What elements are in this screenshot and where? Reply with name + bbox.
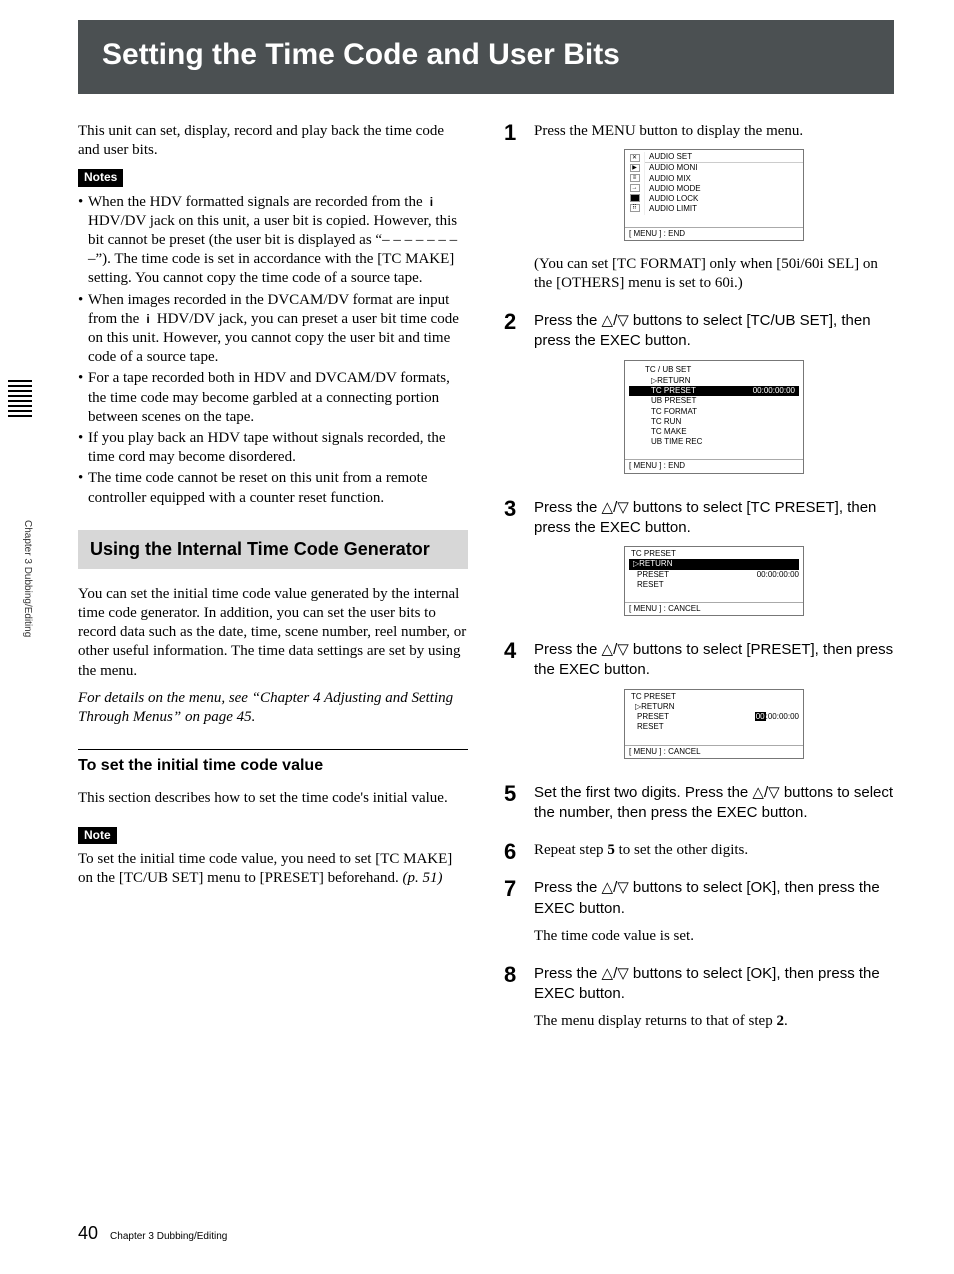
step-text: Press the △/▽ buttons to select [TC PRES… bbox=[534, 498, 894, 538]
menu-item: PRESET 00:00:00:00 bbox=[625, 712, 803, 722]
menu-header: TC / UB SET bbox=[625, 363, 803, 376]
step: 6 Repeat step 5 to set the other digits. bbox=[504, 841, 894, 868]
page: Chapter 3 Dubbing/Editing Setting the Ti… bbox=[0, 0, 954, 1274]
step-number: 5 bbox=[504, 783, 524, 831]
note-item: When images recorded in the DVCAM/DV for… bbox=[78, 291, 468, 368]
step: 2 Press the △/▽ buttons to select [TC/UB… bbox=[504, 311, 894, 487]
menu-item: AUDIO LOCK bbox=[645, 194, 803, 204]
menu-item: TC RUN bbox=[625, 417, 803, 427]
note-label: Note bbox=[78, 827, 117, 844]
menu-header: AUDIO SET bbox=[645, 152, 803, 163]
menu-item: TC MAKE bbox=[625, 427, 803, 437]
menu-icon-column: ✕ ▶ ≡ → ⠿ bbox=[625, 152, 645, 214]
menu-item: UB TIME REC bbox=[625, 437, 803, 447]
menu-footer: [ MENU ] : END bbox=[625, 227, 803, 240]
step-after: The menu display returns to that of step… bbox=[534, 1012, 894, 1031]
step-text: Press the △/▽ buttons to select [PRESET]… bbox=[534, 640, 894, 680]
menu-item: RESET bbox=[625, 580, 803, 590]
menu-screenshot-tcpreset1: TC PRESET ▷RETURN PRESET00:00:00:00 RESE… bbox=[624, 546, 804, 616]
menu-item: TC FORMAT bbox=[625, 407, 803, 417]
step-number: 1 bbox=[504, 122, 524, 301]
step: 3 Press the △/▽ buttons to select [TC PR… bbox=[504, 498, 894, 631]
menu-header: TC PRESET bbox=[625, 549, 803, 559]
section-heading: Using the Internal Time Code Generator bbox=[78, 530, 468, 569]
note-body: To set the initial time code value, you … bbox=[78, 850, 468, 888]
page-footer: 40 Chapter 3 Dubbing/Editing bbox=[78, 1223, 227, 1244]
note-item: When the HDV formatted signals are recor… bbox=[78, 193, 468, 289]
step-after: (You can set [TC FORMAT] only when [50i/… bbox=[534, 255, 894, 293]
menu-icon: ⠿ bbox=[630, 204, 640, 212]
right-column: 1 Press the MENU button to display the m… bbox=[504, 122, 894, 1049]
step-text: Press the MENU button to display the men… bbox=[534, 122, 894, 141]
step-text: Press the △/▽ buttons to select [TC/UB S… bbox=[534, 311, 894, 351]
menu-screenshot-tcpreset2: TC PRESET ▷RETURN PRESET 00:00:00:00 RES… bbox=[624, 689, 804, 759]
note-item: The time code cannot be reset on this un… bbox=[78, 469, 468, 507]
step-number: 6 bbox=[504, 841, 524, 868]
notes-label: Notes bbox=[78, 169, 123, 186]
title-bar: Setting the Time Code and User Bits bbox=[78, 20, 894, 94]
digit-cursor: 00 bbox=[755, 712, 766, 721]
menu-item: AUDIO MODE bbox=[645, 184, 803, 194]
two-column-layout: This unit can set, display, record and p… bbox=[78, 122, 894, 1049]
step: 5 Set the first two digits. Press the △/… bbox=[504, 783, 894, 831]
menu-item: UB PRESET bbox=[625, 396, 803, 406]
step-text: Press the △/▽ buttons to select [OK], th… bbox=[534, 878, 894, 918]
step-number: 8 bbox=[504, 964, 524, 1040]
step: 8 Press the △/▽ buttons to select [OK], … bbox=[504, 964, 894, 1040]
footer-chapter: Chapter 3 Dubbing/Editing bbox=[110, 1231, 227, 1242]
step-after: The time code value is set. bbox=[534, 927, 894, 946]
menu-item: ▷RETURN bbox=[625, 702, 803, 712]
step-number: 7 bbox=[504, 878, 524, 954]
menu-item: RESET bbox=[625, 722, 803, 732]
page-title: Setting the Time Code and User Bits bbox=[102, 38, 870, 72]
menu-screenshot-audio: ✕ ▶ ≡ → ⠿ AUDIO SET AUDIO MONI AUDIO MIX bbox=[624, 149, 804, 241]
menu-icon bbox=[630, 194, 640, 202]
ilink-icon: i bbox=[426, 195, 436, 210]
step: 7 Press the △/▽ buttons to select [OK], … bbox=[504, 878, 894, 954]
left-column: This unit can set, display, record and p… bbox=[78, 122, 468, 1049]
menu-icon: ▶ bbox=[630, 164, 640, 172]
menu-item-selected: TC PRESET00:00:00:00 bbox=[629, 386, 799, 396]
step: 4 Press the △/▽ buttons to select [PRESE… bbox=[504, 640, 894, 773]
menu-item: ▷RETURN bbox=[625, 376, 803, 386]
section-body: You can set the initial time code value … bbox=[78, 585, 468, 681]
page-number: 40 bbox=[78, 1223, 98, 1244]
menu-item: PRESET00:00:00:00 bbox=[625, 570, 803, 580]
step-number: 4 bbox=[504, 640, 524, 773]
sub-heading: To set the initial time code value bbox=[78, 749, 468, 776]
notes-list: When the HDV formatted signals are recor… bbox=[78, 193, 468, 508]
step-number: 3 bbox=[504, 498, 524, 631]
menu-header: TC PRESET bbox=[625, 692, 803, 702]
menu-screenshot-tcub: TC / UB SET ▷RETURN TC PRESET00:00:00:00… bbox=[624, 360, 804, 474]
note-item: For a tape recorded both in HDV and DVCA… bbox=[78, 369, 468, 427]
intro-paragraph: This unit can set, display, record and p… bbox=[78, 122, 468, 160]
menu-footer: [ MENU ] : END bbox=[625, 459, 803, 472]
section-reference: For details on the menu, see “Chapter 4 … bbox=[78, 689, 468, 727]
menu-item: AUDIO MONI bbox=[645, 163, 803, 173]
menu-item: AUDIO LIMIT bbox=[645, 204, 803, 214]
menu-footer: [ MENU ] : CANCEL bbox=[625, 745, 803, 758]
step-number: 2 bbox=[504, 311, 524, 487]
menu-item-selected: ▷RETURN bbox=[629, 559, 799, 569]
step: 1 Press the MENU button to display the m… bbox=[504, 122, 894, 301]
note-item: If you play back an HDV tape without sig… bbox=[78, 429, 468, 467]
step-text: Set the first two digits. Press the △/▽ … bbox=[534, 783, 894, 823]
binding-stripes bbox=[8, 380, 32, 420]
step-text: Press the △/▽ buttons to select [OK], th… bbox=[534, 964, 894, 1004]
menu-icon: ≡ bbox=[630, 174, 640, 182]
step-text: Repeat step 5 to set the other digits. bbox=[534, 841, 894, 860]
menu-footer: [ MENU ] : CANCEL bbox=[625, 602, 803, 615]
menu-icon: ✕ bbox=[630, 154, 640, 162]
sub-body: This section describes how to set the ti… bbox=[78, 789, 468, 808]
side-chapter-tab: Chapter 3 Dubbing/Editing bbox=[22, 520, 33, 637]
menu-icon: → bbox=[630, 184, 640, 192]
menu-item: AUDIO MIX bbox=[645, 174, 803, 184]
ilink-icon: i bbox=[143, 312, 153, 327]
